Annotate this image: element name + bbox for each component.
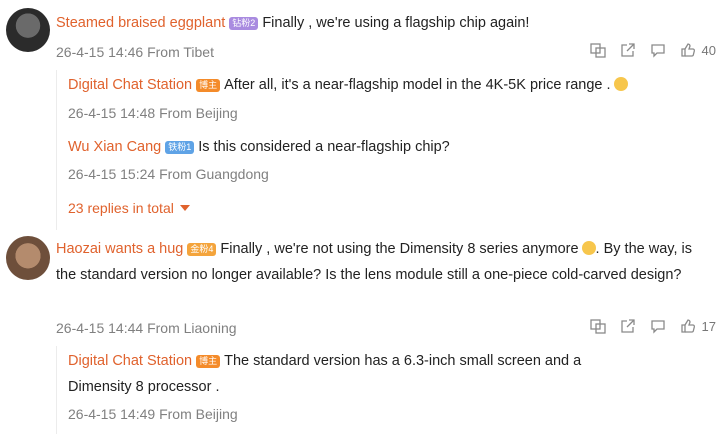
fan-badge[interactable]: 铁粉1	[165, 141, 195, 154]
share-button[interactable]	[620, 42, 636, 58]
comment-body: Haozai wants a hug 金粉4 Finally , we're not…	[56, 236, 696, 288]
comment-actions: 40	[589, 42, 716, 58]
comment-text-part1: Finally , we're not using the Dimensity …	[220, 241, 579, 257]
reply-header: Wu Xian Cang 铁粉1 Is this considered a near…	[68, 138, 450, 156]
comment-actions: 17	[589, 318, 716, 334]
comment-icon	[650, 320, 665, 334]
thumbs-up-icon	[680, 43, 695, 57]
comment-icon	[650, 44, 665, 58]
username-link[interactable]: Wu Xian Cang	[68, 139, 161, 155]
like-count: 40	[701, 42, 716, 58]
reply-divider	[56, 346, 57, 434]
reply-text: After all, it's a near-flagship model in…	[224, 77, 611, 93]
translate-button[interactable]	[589, 42, 606, 58]
share-button[interactable]	[620, 318, 636, 334]
username-link[interactable]: Digital Chat Station	[68, 77, 192, 93]
host-badge: 博主	[196, 79, 221, 92]
comment-meta: 26-4-15 14:46 From Tibet	[56, 44, 214, 60]
reply-meta: 26-4-15 14:49 From Beijing	[68, 406, 238, 422]
more-replies-link[interactable]: 23 replies in total	[68, 199, 190, 217]
translate-icon	[589, 43, 606, 58]
fan-badge[interactable]: 金粉4	[187, 243, 217, 256]
comment-meta: 26-4-15 14:44 From Liaoning	[56, 320, 237, 336]
reply-body: Digital Chat Station 博主 The standard versi…	[68, 348, 628, 400]
comment-text: Finally , we're using a flagship chip ag…	[262, 15, 530, 31]
host-badge: 博主	[196, 355, 221, 368]
username-link[interactable]: Digital Chat Station	[68, 353, 192, 369]
emoji-icon	[613, 77, 628, 91]
caret-down-icon	[179, 205, 190, 211]
comment-header: Steamed braised eggplant 钻粉2 Finally , we'…	[56, 14, 529, 32]
thumbs-up-icon	[680, 319, 695, 333]
comment-button[interactable]	[650, 42, 666, 58]
translate-button[interactable]	[589, 318, 606, 334]
reply-meta: 26-4-15 14:48 From Beijing	[68, 105, 238, 121]
more-replies-label: 23 replies in total	[68, 200, 174, 216]
avatar[interactable]	[6, 8, 50, 52]
username-link[interactable]: Haozai wants a hug	[56, 241, 183, 257]
share-icon	[620, 319, 635, 333]
emoji-icon	[581, 241, 596, 255]
like-button[interactable]: 17	[680, 318, 716, 334]
share-icon	[620, 43, 635, 57]
reply-divider	[56, 70, 57, 230]
username-link[interactable]: Steamed braised eggplant	[56, 15, 225, 31]
like-count: 17	[701, 318, 716, 334]
comment-button[interactable]	[650, 318, 666, 334]
reply-meta: 26-4-15 15:24 From Guangdong	[68, 166, 269, 182]
avatar[interactable]	[6, 236, 50, 280]
like-button[interactable]: 40	[680, 42, 716, 58]
fan-badge[interactable]: 钻粉2	[229, 17, 259, 30]
reply-header: Digital Chat Station 博主 After all, it's a …	[68, 76, 628, 94]
translate-icon	[589, 319, 606, 334]
reply-text: Is this considered a near-flagship chip?	[198, 139, 450, 155]
